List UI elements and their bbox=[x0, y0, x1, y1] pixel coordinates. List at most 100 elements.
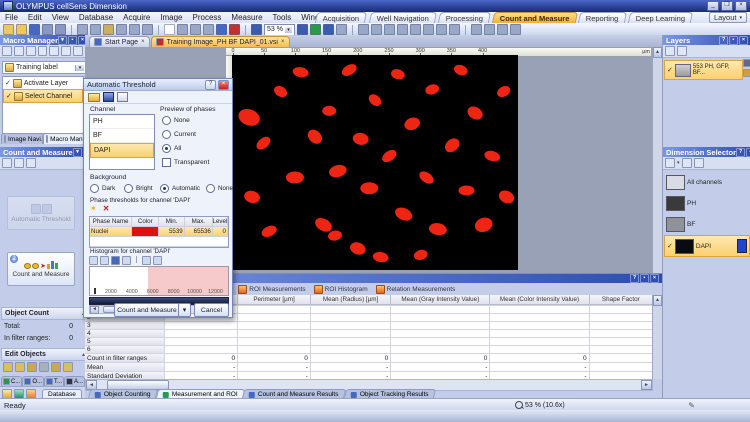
grid-icon[interactable] bbox=[436, 24, 447, 35]
background-radio-dark[interactable]: Dark bbox=[90, 184, 115, 193]
pin-icon[interactable]: ▪ bbox=[729, 36, 738, 45]
workflow-tab-well-navigation[interactable]: Well Navigation bbox=[368, 12, 436, 23]
nucleus-object[interactable] bbox=[483, 149, 501, 163]
line-icon[interactable] bbox=[203, 24, 214, 35]
menu-process[interactable]: Process bbox=[188, 13, 227, 22]
layer-item[interactable]: ✓ 553 PH, GFP, BF... bbox=[664, 60, 743, 80]
zoom-in-icon[interactable] bbox=[89, 256, 98, 265]
menu-edit[interactable]: Edit bbox=[23, 13, 47, 22]
tool-window-tab[interactable]: O... bbox=[22, 376, 44, 386]
column-header[interactable]: Mean (Radius) [µm] bbox=[311, 295, 391, 305]
close-icon[interactable]: × bbox=[218, 80, 229, 90]
zoom-fit-icon[interactable] bbox=[111, 256, 120, 265]
nucleus-object[interactable] bbox=[417, 169, 436, 186]
nucleus-object[interactable] bbox=[372, 251, 389, 264]
workflow-tab-processing[interactable]: Processing bbox=[437, 12, 490, 23]
nucleus-object[interactable] bbox=[473, 215, 495, 234]
nucleus-object[interactable] bbox=[348, 240, 367, 257]
save-icon[interactable] bbox=[103, 92, 114, 102]
dialog-title-bar[interactable]: Automatic Threshold ? × bbox=[84, 79, 232, 91]
redo-icon[interactable] bbox=[129, 24, 140, 35]
text-icon[interactable] bbox=[410, 24, 421, 35]
magnifier-icon[interactable] bbox=[251, 24, 262, 35]
phase-level-cell[interactable]: 0 bbox=[213, 227, 228, 236]
ok-dropdown-icon[interactable]: ▾ bbox=[178, 303, 191, 317]
document-tab[interactable]: Training Image_PH BF DAPI_01.vsi× bbox=[151, 36, 290, 47]
channel-row-bf[interactable]: BF bbox=[664, 214, 750, 234]
edit-object-tool-icon[interactable] bbox=[27, 362, 37, 372]
minimize-button[interactable]: _ bbox=[707, 1, 719, 11]
channel-row-ph[interactable]: PH bbox=[664, 193, 750, 213]
preview-radio-none[interactable]: None bbox=[162, 116, 190, 125]
check-icon[interactable]: ✓ bbox=[6, 92, 12, 100]
table-row[interactable]: 4 bbox=[85, 330, 653, 338]
zoom-level-select[interactable]: 53 %▾ bbox=[264, 24, 295, 36]
training-label-select[interactable]: Training label ▾ bbox=[2, 61, 87, 74]
document-tab[interactable]: Start Page× bbox=[89, 36, 150, 47]
macro-tool-icon[interactable] bbox=[14, 46, 24, 56]
log-scale-icon[interactable] bbox=[122, 256, 131, 265]
visibility-check-icon[interactable]: ✓ bbox=[667, 242, 673, 250]
visibility-check-icon[interactable]: ✓ bbox=[667, 66, 673, 74]
help-icon[interactable]: ? bbox=[719, 36, 728, 45]
nucleus-object[interactable] bbox=[360, 182, 378, 194]
delete-icon[interactable] bbox=[229, 24, 240, 35]
pointer-icon[interactable] bbox=[164, 24, 175, 35]
zoom-fit-icon[interactable] bbox=[310, 24, 321, 35]
nucleus-object[interactable] bbox=[243, 189, 262, 205]
help-icon[interactable]: ? bbox=[736, 148, 745, 157]
count-and-measure-button[interactable]: 2 ➤ Count and Measure bbox=[7, 252, 75, 286]
channel-option-dapi[interactable]: DAPI bbox=[90, 143, 154, 158]
panel-tab[interactable]: Macro Man... bbox=[43, 133, 85, 144]
close-tab-icon[interactable]: × bbox=[141, 39, 145, 45]
nucleus-object[interactable] bbox=[327, 229, 343, 241]
macro-tool-icon[interactable] bbox=[2, 46, 12, 56]
workflow-tab-count-and-measure[interactable]: Count and Measure bbox=[491, 12, 577, 23]
object-count-header[interactable]: Object Count ▲ bbox=[1, 307, 90, 320]
menu-acquire[interactable]: Acquire bbox=[118, 13, 155, 22]
column-header[interactable]: Perimeter [µm] bbox=[238, 295, 311, 305]
paste-icon[interactable] bbox=[103, 24, 114, 35]
edit-icon[interactable] bbox=[743, 69, 750, 77]
macro-step-select-channel[interactable]: ✓Select Channel bbox=[3, 89, 83, 103]
scroll-up-icon[interactable]: ▲ bbox=[653, 295, 662, 306]
close-icon[interactable]: × bbox=[739, 36, 748, 45]
macro-tool-icon[interactable] bbox=[73, 46, 83, 56]
scroll-left-icon[interactable]: ◄ bbox=[90, 306, 99, 314]
help-icon[interactable]: ? bbox=[205, 80, 216, 90]
nucleus-object[interactable] bbox=[260, 223, 279, 239]
new-layer-icon[interactable] bbox=[665, 46, 675, 56]
panel-menu-icon[interactable]: ▾ bbox=[73, 148, 82, 157]
roi-icon[interactable] bbox=[190, 24, 201, 35]
save-icon[interactable] bbox=[29, 24, 40, 35]
phase-min-cell[interactable]: 5539 bbox=[159, 227, 184, 236]
background-radio-none[interactable]: None bbox=[206, 184, 233, 193]
nucleus-object[interactable] bbox=[465, 104, 485, 122]
open-icon[interactable] bbox=[16, 24, 27, 35]
info-icon[interactable] bbox=[449, 24, 460, 35]
rect-icon[interactable] bbox=[384, 24, 395, 35]
workflow-tab-reporting[interactable]: Reporting bbox=[578, 12, 627, 23]
channel-row-all-channels[interactable]: All channels bbox=[664, 172, 750, 192]
nucleus-object[interactable] bbox=[305, 127, 325, 147]
edit-object-tool-icon[interactable] bbox=[3, 362, 13, 372]
delete-phase-icon[interactable]: ✕ bbox=[103, 205, 110, 213]
edit-object-tool-icon[interactable] bbox=[63, 362, 73, 372]
layout-button[interactable]: Layout ▾ bbox=[709, 12, 747, 23]
nucleus-object[interactable] bbox=[393, 205, 414, 223]
nucleus-object[interactable] bbox=[328, 163, 348, 179]
nucleus-object[interactable] bbox=[366, 92, 383, 109]
add-phase-icon[interactable]: ✶ bbox=[90, 205, 97, 213]
menu-tools[interactable]: Tools bbox=[268, 13, 297, 22]
nucleus-object[interactable] bbox=[340, 62, 359, 79]
nucleus-object[interactable] bbox=[286, 172, 304, 184]
nucleus-object[interactable] bbox=[495, 84, 512, 100]
nucleus-object[interactable] bbox=[380, 147, 399, 164]
background-radio-bright[interactable]: Bright bbox=[124, 184, 152, 193]
settings-icon[interactable] bbox=[694, 158, 704, 168]
tool-window-tab[interactable]: C... bbox=[1, 376, 22, 386]
macro-step-activate-layer[interactable]: ✓Activate Layer bbox=[3, 77, 83, 89]
overview-icon[interactable] bbox=[336, 24, 347, 35]
edit-object-tool-icon[interactable] bbox=[39, 362, 49, 372]
nucleus-object[interactable] bbox=[459, 185, 475, 195]
